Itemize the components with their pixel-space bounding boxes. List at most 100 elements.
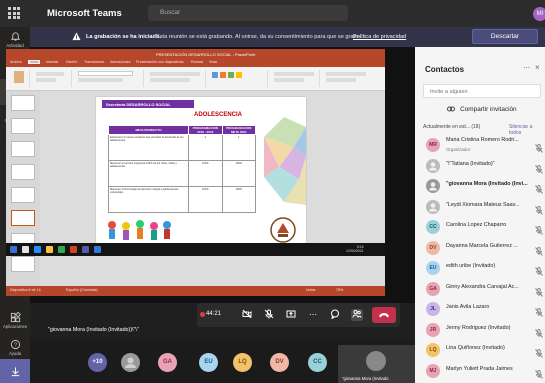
slide-table: META PRODUCTO PROGRAMACION 2016 - 2019 P… [108, 125, 257, 213]
participant-row[interactable]: LQ Lina Quiñonez (Invitado) [415, 340, 545, 360]
participant-avatar [426, 199, 440, 214]
kids-illustration [108, 220, 171, 240]
participant-row[interactable]: EU edith uribe (Invitado) [415, 258, 545, 278]
participant-row[interactable]: "\"Tatiana (Invitado)" [415, 156, 545, 176]
share-screen-button[interactable] [285, 309, 297, 321]
participant-row[interactable]: GA Ginny Alexandra Carvajal Ac... [415, 279, 545, 299]
edge-icon[interactable] [34, 246, 41, 253]
banner-right: Descartar [415, 27, 545, 47]
participant-avatar[interactable]: LQ [233, 353, 252, 372]
mic-muted-icon [535, 325, 543, 338]
slide-thumbnail[interactable] [11, 141, 35, 157]
app-launcher-icon[interactable] [8, 7, 20, 19]
teams-taskbar-icon[interactable] [82, 246, 89, 253]
camera-off-button[interactable] [241, 309, 253, 321]
download-icon [11, 367, 19, 377]
word-icon[interactable] [94, 246, 101, 253]
meeting-controls: 44:21 ⋯ [197, 303, 400, 327]
participant-role: Organizador [446, 147, 471, 152]
panel-more-icon[interactable]: ⋯ [523, 64, 530, 72]
chrome-icon[interactable] [58, 246, 65, 253]
participant-avatar: GA [426, 281, 440, 296]
share-invitation-label: Compartir invitación [460, 106, 517, 113]
table-cell: 4 [188, 134, 223, 161]
rail-item-apps[interactable]: Aplicaciones [0, 310, 30, 336]
participant-name: edith uribe (Invitado) [446, 263, 496, 269]
invite-input[interactable]: Invite a alguien [423, 84, 541, 98]
participant-avatar [426, 158, 440, 173]
participant-name: Dayanna Marcela Gutierrez ... [446, 242, 518, 249]
folder-icon[interactable] [46, 246, 53, 253]
windows-taskbar: 9:24 12/04/2021 [6, 243, 385, 256]
mosaic-decoration [264, 117, 306, 205]
conversation-button[interactable] [329, 309, 341, 321]
recording-banner: La grabación se ha iniciado. Esta reunió… [30, 27, 415, 47]
banner-message: Esta reunión se está grabando. Al unirse… [156, 34, 362, 40]
rail-label: Ayuda [8, 351, 22, 356]
search-input[interactable]: Buscar [148, 5, 348, 21]
participant-row[interactable]: JR Jenny Rodriguez (Invitado) [415, 320, 545, 340]
start-icon[interactable] [10, 246, 17, 253]
rail-label: Actividad [6, 43, 24, 48]
participant-name: "\"Tatiana (Invitado)" [446, 160, 495, 167]
participant-row[interactable]: MJ Marlyn Yuliett Prada Jaimes [415, 361, 545, 381]
mic-muted-icon [535, 366, 543, 379]
mic-muted-icon [535, 304, 543, 317]
in-meeting-section[interactable]: Actualmente en est... (18) Silenciar a t… [423, 124, 545, 136]
slide-subtitle: ADOLESCENCIA [194, 112, 243, 118]
participant-name: Carolina Lopez Chaparro [446, 222, 507, 228]
participant-row[interactable]: "Leydi Xiomara Mateus Saav... [415, 197, 545, 217]
participant-avatar: DV [426, 240, 440, 255]
rail-item-download[interactable] [0, 359, 30, 383]
person-icon [429, 161, 437, 170]
municipality-seal [270, 217, 296, 243]
warning-icon [72, 32, 81, 41]
participant-avatar [426, 179, 440, 193]
mic-off-button[interactable] [263, 309, 275, 321]
participant-avatar[interactable]: EU [199, 353, 218, 372]
participants-button[interactable] [351, 309, 363, 321]
participant-name: Janis Avila Lazaro [446, 304, 490, 310]
privacy-policy-link[interactable]: Política de privacidad [353, 34, 406, 40]
participant-avatar: EU [426, 261, 440, 275]
mic-muted-icon [535, 202, 543, 215]
slide-thumbnail[interactable] [11, 164, 35, 180]
dismiss-button[interactable]: Descartar [472, 29, 538, 44]
slide-thumbnail[interactable] [11, 256, 35, 272]
chat-bubble-icon [331, 309, 339, 320]
search-taskbar-icon[interactable] [22, 246, 29, 253]
more-actions-button[interactable]: ⋯ [307, 309, 319, 321]
powerpoint-icon[interactable] [70, 246, 77, 253]
participant-row[interactable]: JL Janis Avila Lazaro [415, 299, 545, 319]
participant-row[interactable]: CC Carolina Lopez Chaparro [415, 217, 545, 237]
participant-name: Lina Quiñonez (Invitado) [446, 345, 505, 351]
participant-avatar[interactable]: DV [270, 353, 289, 372]
slide-header: Secretaría DESARROLLO SOCIAL [102, 100, 194, 108]
participant-row[interactable]: DV Dayanna Marcela Gutierrez ... [415, 238, 545, 258]
slide-thumbnail[interactable] [11, 118, 35, 134]
rail-label: Aplicaciones [2, 324, 28, 329]
table-row: Mantener el servicio integral al 100% de… [108, 160, 257, 187]
invite-placeholder: Invite a alguien [430, 89, 468, 95]
user-avatar[interactable]: MI [533, 7, 545, 21]
share-invitation-button[interactable]: Compartir invitación [423, 103, 541, 117]
participant-avatar[interactable] [121, 353, 140, 372]
table-header: PROGRAMACION 2016 - 2019 [188, 125, 223, 135]
slide-thumbnail[interactable] [11, 187, 35, 203]
slide-thumbnail-selected[interactable] [11, 210, 35, 226]
hang-up-button[interactable] [372, 307, 396, 323]
participant-avatar[interactable]: GA [158, 353, 177, 372]
self-avatar [366, 351, 386, 371]
section-label: Actualmente en est... (18) [423, 124, 481, 130]
close-icon[interactable]: × [535, 63, 540, 72]
mic-muted-icon [535, 243, 543, 256]
table-row: Estructurar 4 nuevos senderos que permit… [108, 134, 257, 161]
participant-avatar[interactable]: CC [308, 353, 327, 372]
slide-thumbnail[interactable] [11, 95, 35, 111]
participant-row[interactable]: MR Maria Cristina Romero Rodri... Organiza… [415, 135, 545, 155]
panel-title: Contactos [425, 65, 465, 74]
more-participants-avatar[interactable]: +10 [88, 353, 107, 372]
participant-row[interactable]: "giovanna Mora (Invitado (Invi... [415, 176, 545, 196]
mic-muted-icon [535, 140, 543, 153]
banner-title: La grabación se ha iniciado. [86, 34, 161, 40]
